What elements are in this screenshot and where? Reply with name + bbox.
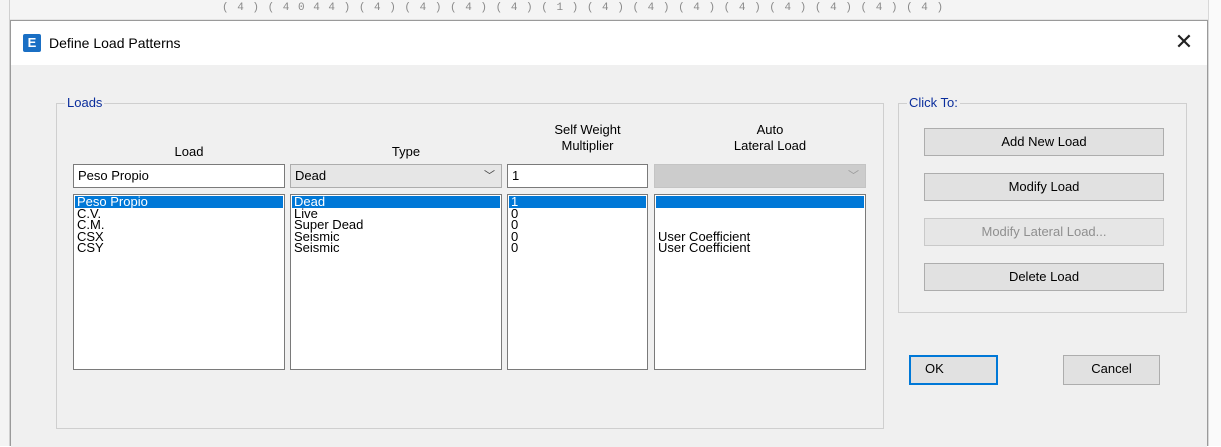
list-item[interactable]: 0 (509, 230, 646, 242)
chevron-down-icon: ﹀ (484, 170, 495, 182)
close-button[interactable]: ✕ (1169, 29, 1199, 57)
etabs-app-icon: E (23, 34, 41, 52)
ok-button[interactable]: OK (909, 355, 998, 385)
list-item[interactable]: Dead (292, 195, 500, 208)
self-weight-multiplier-field[interactable]: 1 (507, 164, 648, 188)
list-item[interactable]: Seismic (292, 241, 500, 253)
list-item[interactable]: C.M. (75, 218, 283, 230)
list-item[interactable] (656, 196, 864, 208)
grid-bubble-labels: ( 4 ) ( 4 0 4 4 ) ( 4 ) ( 4 ) ( 4 ) ( 4 … (222, 2, 945, 14)
list-item[interactable]: CSX (75, 230, 283, 242)
click-to-groupbox: Click To: Add New Load Modify Load Modif… (898, 95, 1187, 313)
auto-lateral-listbox[interactable]: User Coefficient User Coefficient (654, 194, 866, 370)
type-select[interactable]: Dead ﹀ (290, 164, 502, 188)
type-listbox[interactable]: Dead Live Super Dead Seismic Seismic (290, 194, 502, 370)
list-item[interactable]: User Coefficient (656, 241, 864, 253)
cancel-button[interactable]: Cancel (1063, 355, 1160, 385)
auto-lateral-select: ﹀ (654, 164, 866, 188)
background-left-edge (0, 0, 10, 446)
list-item[interactable]: 0 (509, 241, 646, 253)
define-load-patterns-dialog: E Define Load Patterns ✕ Loads Load Type… (10, 20, 1208, 447)
modify-load-button[interactable]: Modify Load (924, 173, 1164, 201)
dialog-client-area: Loads Load Type Self Weight Multiplier A… (11, 65, 1207, 447)
load-listbox[interactable]: Peso Propio C.V. C.M. CSX CSY (73, 194, 285, 370)
loads-legend: Loads (65, 95, 105, 110)
chevron-down-icon: ﹀ (848, 170, 859, 182)
background-drawing-strip: ( 4 ) ( 4 0 4 4 ) ( 4 ) ( 4 ) ( 4 ) ( 4 … (0, 0, 1221, 20)
click-to-legend: Click To: (907, 95, 960, 110)
multiplier-listbox[interactable]: 1 0 0 0 0 (507, 194, 648, 370)
type-select-value: Dead (295, 168, 327, 183)
list-item[interactable]: CSY (75, 241, 283, 253)
modify-lateral-load-button: Modify Lateral Load... (924, 218, 1164, 246)
delete-load-button[interactable]: Delete Load (924, 263, 1164, 291)
auto-lateral-column-header: Auto Lateral Load (733, 122, 807, 153)
list-item[interactable] (656, 208, 864, 220)
add-new-load-button[interactable]: Add New Load (924, 128, 1164, 156)
close-icon: ✕ (1174, 29, 1194, 54)
list-item[interactable]: 0 (509, 218, 646, 230)
title-bar[interactable]: E Define Load Patterns ✕ (11, 21, 1207, 65)
list-item[interactable]: Peso Propio (75, 195, 283, 208)
load-column-header: Load (174, 144, 204, 159)
type-column-header: Type (391, 144, 421, 159)
list-item[interactable]: C.V. (75, 207, 283, 219)
background-right-edge (1208, 0, 1221, 446)
load-name-field[interactable]: Peso Propio (73, 164, 285, 188)
dialog-title: Define Load Patterns (49, 35, 181, 51)
list-item[interactable]: 1 (509, 195, 646, 208)
list-item[interactable]: 0 (509, 207, 646, 219)
ok-button-label: OK (925, 361, 944, 376)
self-weight-column-header: Self Weight Multiplier (554, 122, 621, 153)
loads-groupbox: Loads Load Type Self Weight Multiplier A… (56, 95, 884, 429)
